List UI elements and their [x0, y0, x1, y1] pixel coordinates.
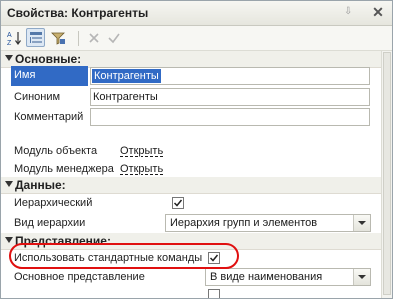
row-main-presentation: Основное представление В виде наименован…: [1, 267, 381, 287]
row-object-module: Модуль объекта Открыть: [1, 141, 381, 159]
close-icon[interactable]: ✕: [369, 3, 387, 21]
collapse-arrow-icon: [5, 181, 13, 187]
title-bar: Свойства: Контрагенты ⇩ ✕: [1, 1, 392, 26]
section-label: Основные:: [15, 52, 82, 66]
row-manager-module: Модуль менеджера Открыть: [1, 159, 381, 177]
row-hierarchy-type: Вид иерархии Иерархия групп и элементов: [1, 213, 381, 233]
section-data[interactable]: Данные:: [1, 177, 381, 194]
row-name[interactable]: Имя Контрагенты: [1, 66, 381, 86]
hierarchy-type-select[interactable]: Иерархия групп и элементов: [165, 214, 371, 232]
toolbar-separator: [78, 31, 79, 46]
section-label: Данные:: [15, 178, 66, 192]
name-value: Контрагенты: [92, 69, 161, 83]
collapse-arrow-icon: [5, 55, 13, 61]
manager-module-open-link[interactable]: Открыть: [120, 163, 163, 175]
pin-icon[interactable]: ⇩: [344, 6, 352, 17]
checkmark-icon[interactable]: [105, 29, 123, 47]
comment-label: Комментарий: [14, 111, 84, 123]
filter-icon[interactable]: [49, 29, 67, 47]
hierarchy-type-label: Вид иерархии: [14, 217, 86, 229]
row-synonym[interactable]: Синоним Контрагенты: [1, 87, 381, 107]
name-label: Имя: [11, 66, 88, 86]
highlight-oval: [9, 243, 239, 269]
synonym-value: Контрагенты: [93, 91, 158, 103]
properties-window: Свойства: Контрагенты ⇩ ✕ AZ Основные: И…: [0, 0, 393, 299]
synonym-field[interactable]: Контрагенты: [90, 88, 370, 106]
collapse-arrow-icon: [5, 237, 13, 243]
window-title: Свойства: Контрагенты: [7, 6, 149, 20]
chevron-down-icon[interactable]: [353, 269, 370, 285]
scrollbar-thumb[interactable]: [383, 52, 391, 295]
sort-alphabet-icon[interactable]: AZ: [6, 29, 24, 47]
toolbar: AZ: [1, 26, 392, 51]
main-presentation-select[interactable]: В виде наименования: [205, 268, 371, 286]
object-module-label: Модуль объекта: [14, 145, 98, 157]
main-presentation-label: Основное представление: [14, 271, 145, 283]
main-presentation-value: В виде наименования: [210, 271, 323, 283]
categorized-view-icon[interactable]: [26, 28, 45, 47]
partial-checkbox[interactable]: [208, 289, 220, 298]
row-comment[interactable]: Комментарий: [1, 107, 381, 127]
chevron-down-icon[interactable]: [353, 215, 370, 231]
synonym-label: Синоним: [14, 91, 61, 103]
comment-field[interactable]: [90, 108, 370, 126]
hierarchical-checkbox[interactable]: [172, 197, 184, 209]
manager-module-label: Модуль менеджера: [14, 163, 114, 175]
delete-icon[interactable]: [85, 29, 103, 47]
check-icon: [173, 199, 183, 207]
hierarchy-type-value: Иерархия групп и элементов: [170, 217, 318, 229]
svg-text:A: A: [7, 32, 12, 39]
row-partial: [1, 287, 381, 298]
svg-text:Z: Z: [7, 40, 12, 46]
object-module-open-link[interactable]: Открыть: [120, 145, 163, 157]
name-field[interactable]: Контрагенты: [90, 67, 370, 85]
vertical-scrollbar[interactable]: [381, 51, 392, 298]
hierarchical-label: Иерархический: [14, 197, 93, 209]
row-hierarchical: Иерархический: [1, 193, 381, 213]
